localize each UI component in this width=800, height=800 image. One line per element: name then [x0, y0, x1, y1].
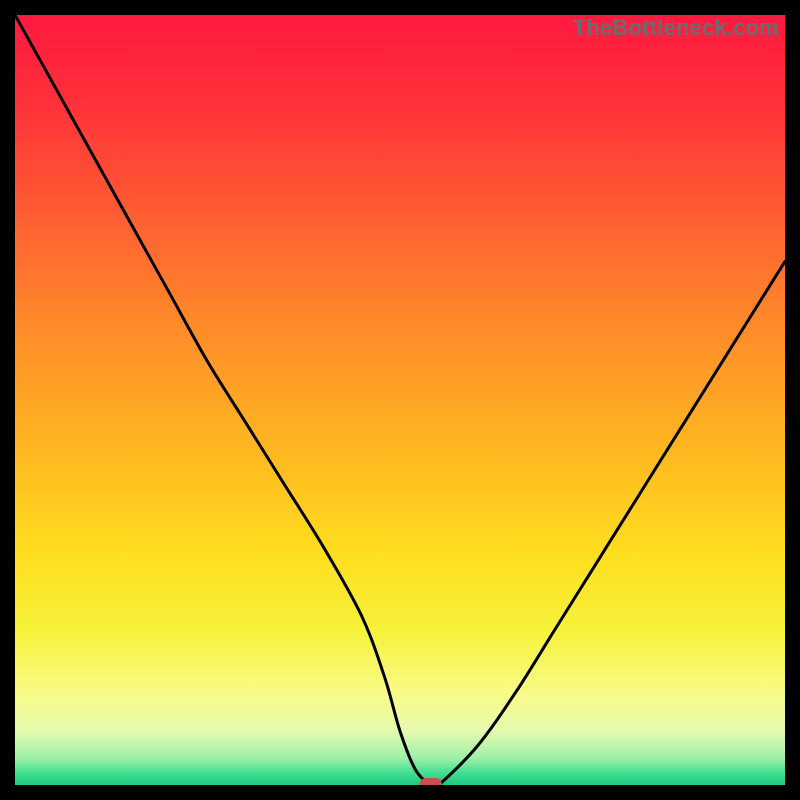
gradient-background [15, 15, 785, 785]
chart-frame: TheBottleneck.com [15, 15, 785, 785]
bottleneck-chart [15, 15, 785, 785]
watermark-text: TheBottleneck.com [573, 15, 779, 41]
optimal-marker [420, 778, 442, 785]
